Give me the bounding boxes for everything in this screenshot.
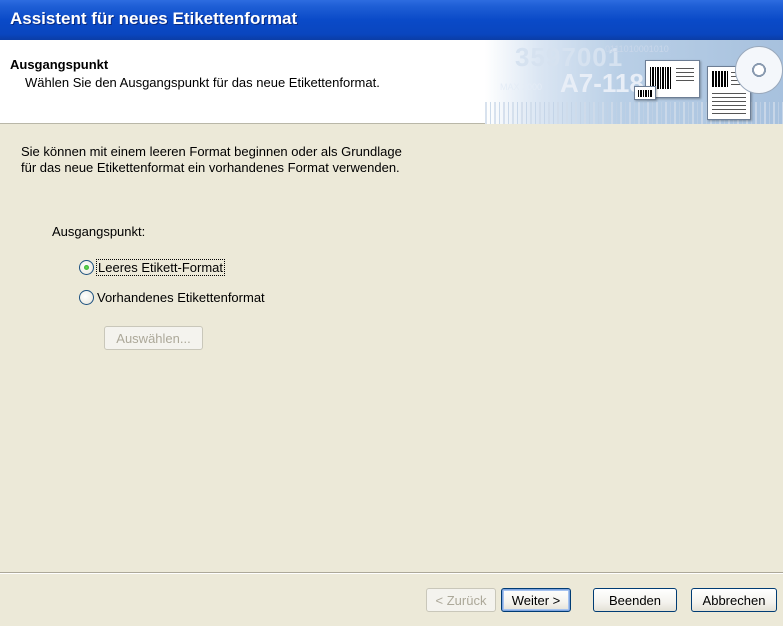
next-button[interactable]: Weiter > [501, 588, 571, 612]
finish-button[interactable]: Beenden [593, 588, 677, 612]
window-title: Assistent für neues Etikettenformat [10, 9, 298, 28]
start-point-label: Ausgangspunkt: [52, 224, 146, 239]
footer-separator [0, 572, 783, 574]
wizard-header: Ausgangspunkt Wählen Sie den Ausgangspun… [0, 40, 783, 124]
radio-checked-icon[interactable] [79, 260, 94, 275]
header-banner-image: 3597001 0111010001010 MAX 2000 A7-118 [485, 40, 783, 124]
banner-code: A7-118 [560, 68, 644, 98]
banner-small-text: MAX 2000 [500, 82, 543, 92]
small-label-icon [634, 86, 656, 100]
back-button[interactable]: < Zurück [426, 588, 496, 612]
title-bar[interactable]: Assistent für neues Etikettenformat [0, 0, 783, 40]
wizard-window: Assistent für neues Etikettenformat Ausg… [0, 0, 783, 626]
option-empty-format[interactable]: Leeres Etikett-Format [79, 259, 225, 276]
select-button[interactable]: Auswählen... [104, 326, 203, 350]
intro-text: Sie können mit einem leeren Format begin… [21, 144, 402, 176]
option-existing-format-label[interactable]: Vorhandenes Etikettenformat [97, 290, 265, 305]
intro-line-1: Sie können mit einem leeren Format begin… [21, 144, 402, 159]
header-subtitle: Wählen Sie den Ausgangspunkt für das neu… [25, 75, 380, 90]
disc-icon [735, 46, 783, 94]
header-title: Ausgangspunkt [10, 57, 109, 72]
option-empty-format-label[interactable]: Leeres Etikett-Format [96, 259, 225, 276]
radio-unchecked-icon[interactable] [79, 290, 94, 305]
banner-bits: 0111010001010 [605, 44, 669, 54]
cancel-button[interactable]: Abbrechen [691, 588, 777, 612]
intro-line-2: für das neue Etikettenformat ein vorhand… [21, 160, 400, 175]
option-existing-format[interactable]: Vorhandenes Etikettenformat [79, 290, 265, 305]
